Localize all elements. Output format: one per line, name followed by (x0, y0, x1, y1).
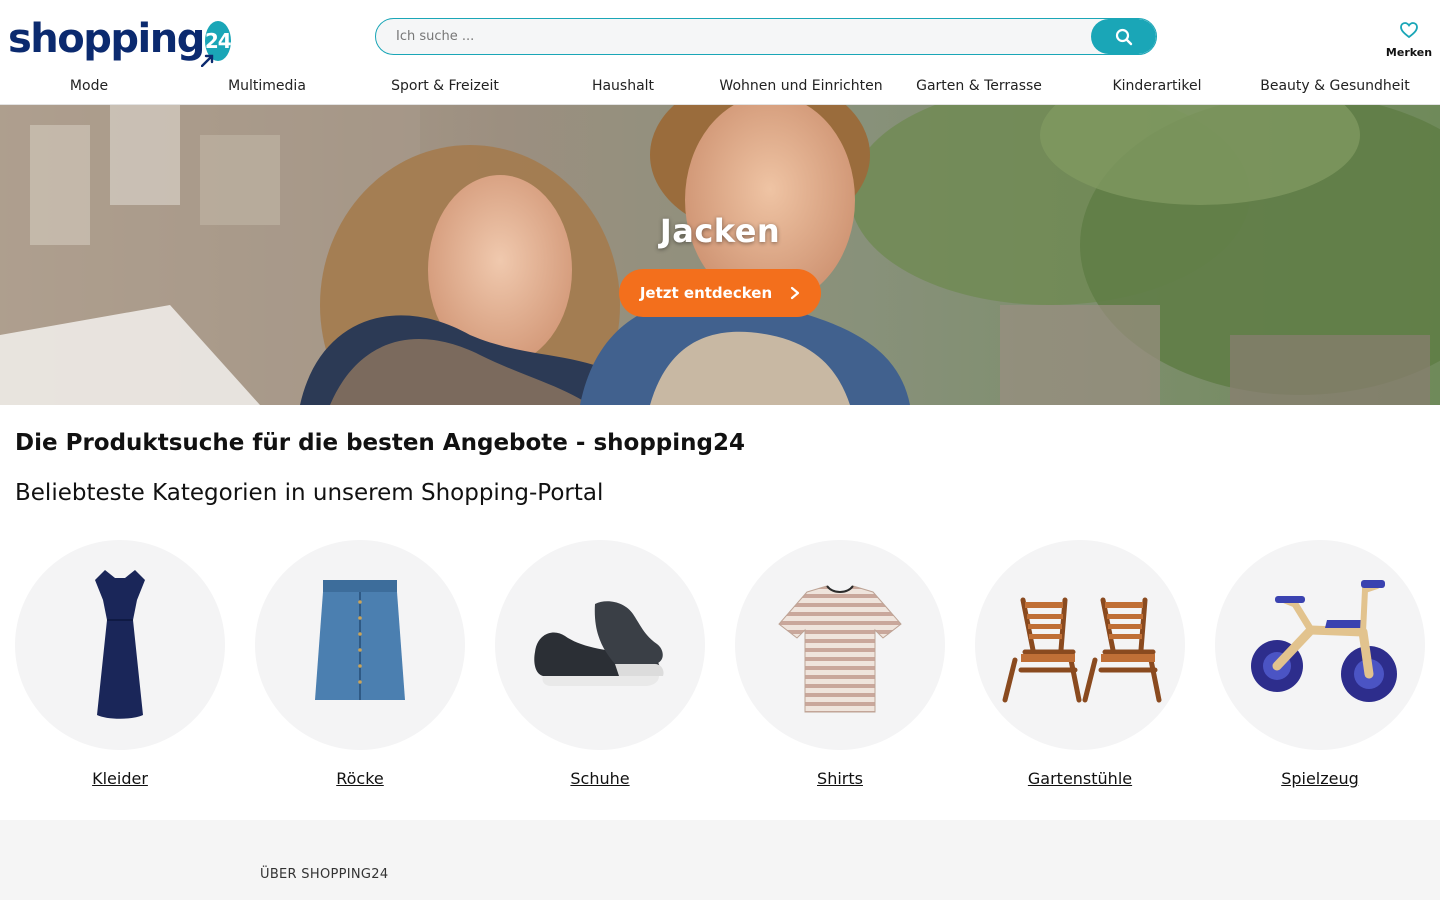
hero-title: Jacken (659, 212, 781, 250)
hero-banner[interactable]: Jacken Jetzt entdecken (0, 105, 1440, 405)
category-label[interactable]: Spielzeug (1200, 769, 1440, 788)
category-label[interactable]: Schuhe (480, 769, 720, 788)
category-image-circle (735, 540, 945, 750)
dress-image (95, 570, 145, 719)
category-image-circle (255, 540, 465, 750)
nav-item-multimedia[interactable]: Multimedia (178, 70, 356, 104)
logo-arrow-icon (200, 54, 214, 67)
category-schuhe[interactable]: Schuhe (480, 540, 720, 800)
hero-cta-button[interactable]: Jetzt entdecken (619, 269, 821, 317)
footer-about-heading[interactable]: ÜBER SHOPPING24 (260, 867, 388, 882)
nav-item-wohnen-einrichten[interactable]: Wohnen und Einrichten (712, 70, 890, 104)
nav-item-garten-terrasse[interactable]: Garten & Terrasse (890, 70, 1068, 104)
merken-label: Merken (1385, 46, 1433, 59)
nav-item-beauty-gesundheit[interactable]: Beauty & Gesundheit (1246, 70, 1424, 104)
category-spielzeug[interactable]: Spielzeug (1200, 540, 1440, 800)
category-image-circle (15, 540, 225, 750)
category-label[interactable]: Röcke (240, 769, 480, 788)
striped-shirt-image (778, 585, 902, 713)
category-image-circle (495, 540, 705, 750)
category-kleider[interactable]: Kleider (0, 540, 240, 800)
merken-button[interactable]: Merken (1380, 20, 1438, 62)
sneaker-image (534, 601, 664, 686)
category-image-circle (1215, 540, 1425, 750)
category-label[interactable]: Gartenstühle (960, 769, 1200, 788)
category-shirts[interactable]: Shirts (720, 540, 960, 800)
logo-wordmark: shopping (8, 16, 205, 62)
category-label[interactable]: Kleider (0, 769, 240, 788)
hero-background-image (0, 105, 1440, 405)
categories-heading: Beliebteste Kategorien in unserem Shoppi… (15, 480, 604, 506)
search-bar (375, 18, 1157, 55)
page-title: Die Produktsuche für die besten Angebote… (15, 430, 745, 456)
category-roecke[interactable]: Röcke (240, 540, 480, 800)
nav-item-sport-freizeit[interactable]: Sport & Freizeit (356, 70, 534, 104)
search-input[interactable] (376, 19, 1092, 54)
site-header: shopping 24 Merken Mode Multimedia Sport… (0, 0, 1440, 105)
denim-skirt-image (315, 580, 405, 700)
garden-chairs-image (1002, 597, 1162, 703)
category-nav: Mode Multimedia Sport & Freizeit Haushal… (0, 70, 1440, 104)
heart-icon (1400, 22, 1418, 39)
search-icon (1115, 28, 1132, 45)
nav-item-kinderartikel[interactable]: Kinderartikel (1068, 70, 1246, 104)
shopping24-logo[interactable]: shopping 24 (8, 14, 232, 67)
category-list: Kleider Röcke Schuhe Shirts Gartenstühle… (0, 540, 1440, 800)
balance-bike-image (1251, 580, 1397, 702)
category-gartenstuehle[interactable]: Gartenstühle (960, 540, 1200, 800)
chevron-right-icon (791, 286, 800, 300)
logo-badge: 24 (200, 21, 232, 67)
nav-item-haushalt[interactable]: Haushalt (534, 70, 712, 104)
category-image-circle (975, 540, 1185, 750)
logo-badge-number: 24 (204, 29, 232, 53)
hero-cta-label: Jetzt entdecken (639, 284, 773, 302)
nav-item-mode[interactable]: Mode (0, 70, 178, 104)
site-footer: ÜBER SHOPPING24 (0, 820, 1440, 900)
category-label[interactable]: Shirts (720, 769, 960, 788)
search-button[interactable] (1091, 19, 1156, 54)
